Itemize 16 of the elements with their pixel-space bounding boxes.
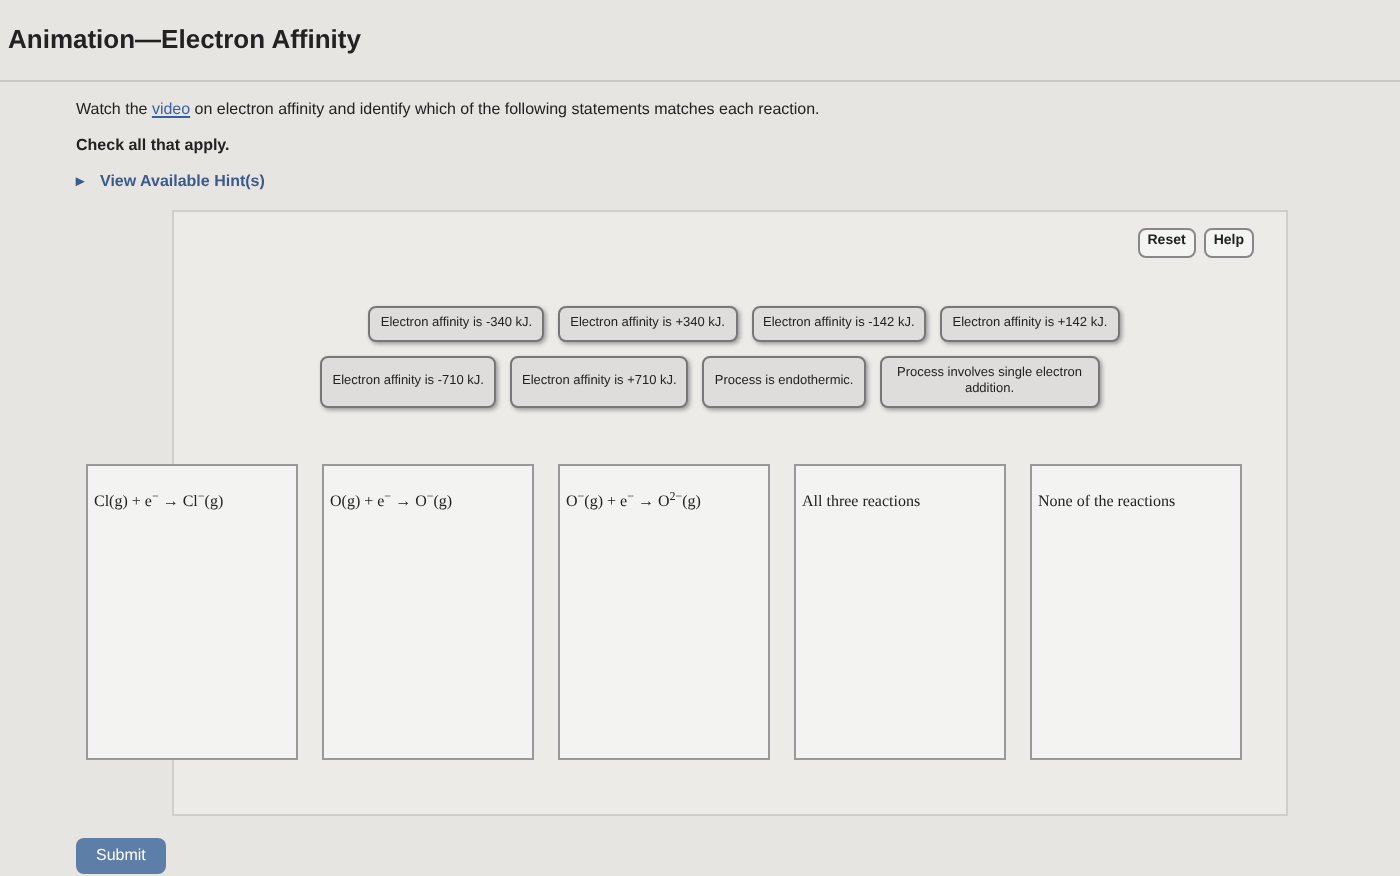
instructions: Watch the video on electron affinity and identify which of the following statements matches each reaction.	[76, 98, 822, 122]
zone-label: All three reactions	[802, 491, 921, 509]
zone-label: Cl(g) + e$^{−}$ → Cl$^{−}$(g)	[94, 491, 224, 509]
check-all-note: Check all that apply.	[76, 134, 232, 158]
zone-label: None of the reactions	[1038, 491, 1176, 509]
drop-zone[interactable]: O$^{−}$(g) + e$^{−}$ → O$^{2−}$(g)	[558, 463, 770, 759]
zone-label: O$^{−}$(g) + e$^{−}$ → O$^{2−}$(g)	[566, 491, 701, 509]
drop-zone[interactable]: O(g) + e$^{−}$ → O$^{−}$(g)	[322, 463, 534, 759]
hints-toggle[interactable]: ▸ View Available Hint(s)	[76, 170, 1400, 194]
zone-label: O(g) + e$^{−}$ → O$^{−}$(g)	[330, 491, 453, 509]
page-title: Animation—Electron Affinity	[8, 24, 361, 54]
video-link[interactable]: video	[151, 100, 191, 118]
drop-zone[interactable]: None of the reactions	[1030, 463, 1242, 759]
drop-zone[interactable]: All three reactions	[794, 463, 1006, 759]
submit-button[interactable]: Submit	[76, 838, 166, 874]
drop-zone[interactable]: Cl(g) + e$^{−}$ → Cl$^{−}$(g)	[86, 463, 298, 759]
